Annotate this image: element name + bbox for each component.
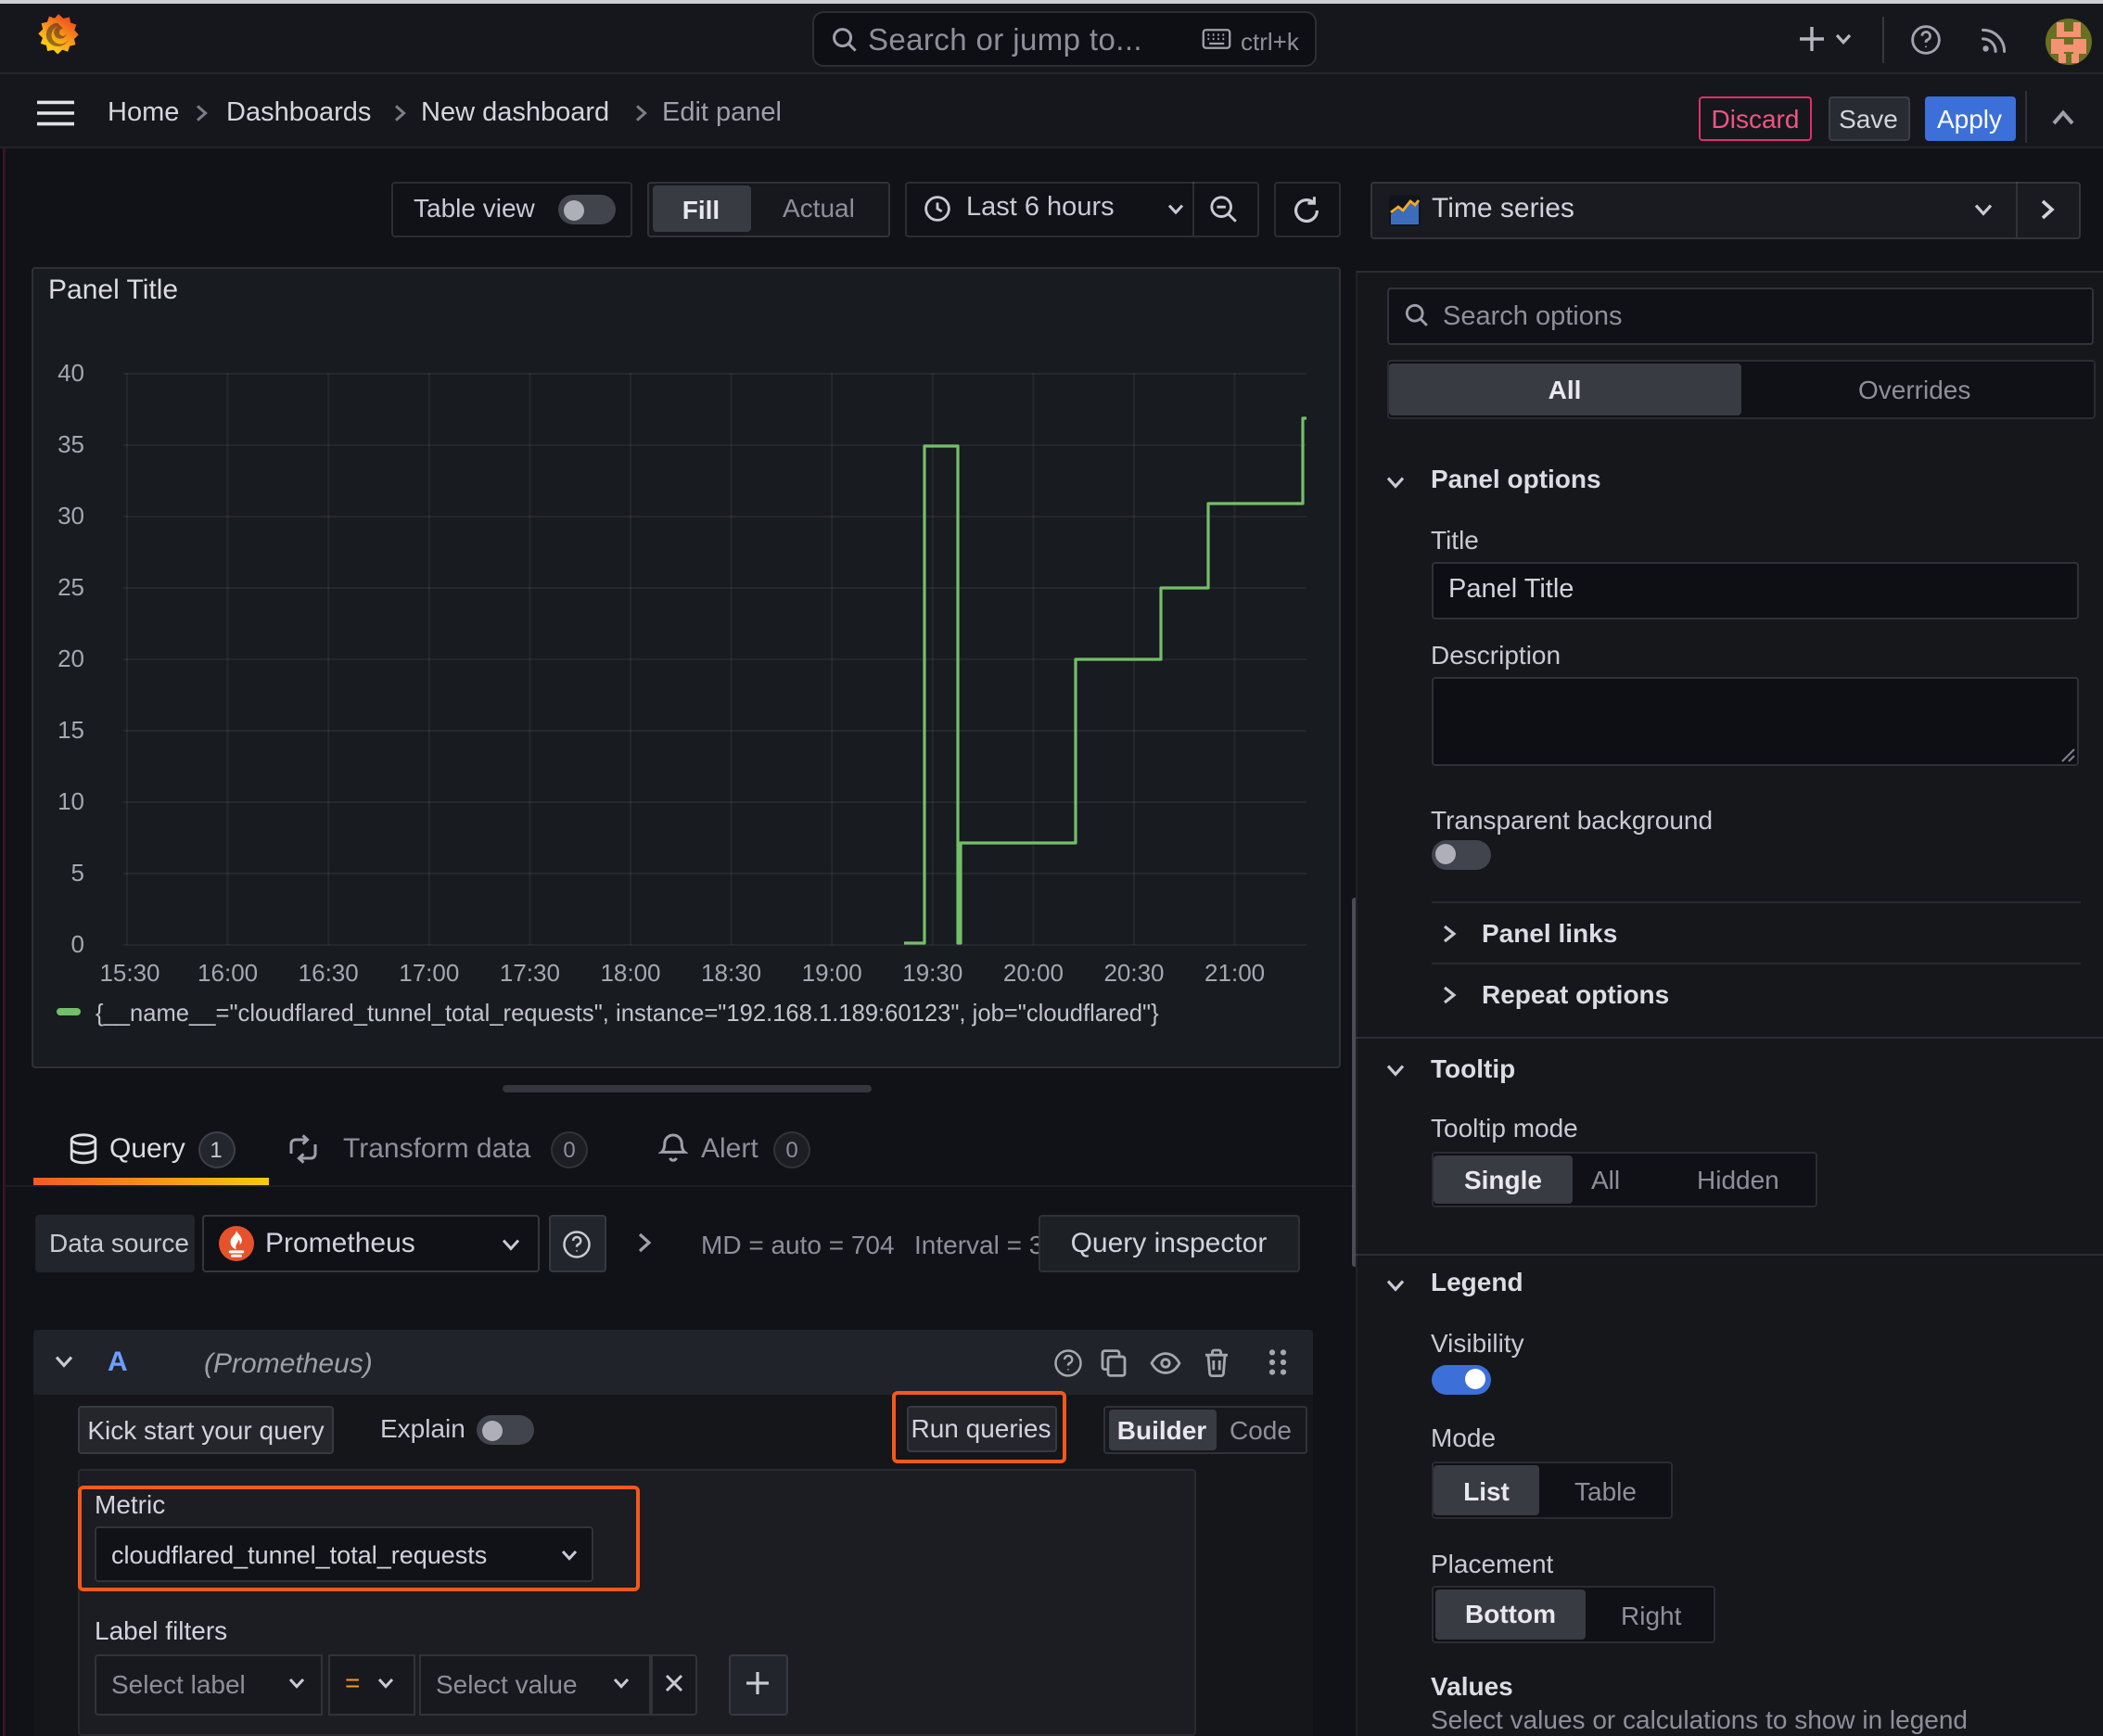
svg-text:5: 5 — [71, 858, 84, 886]
svg-text:19:30: 19:30 — [902, 958, 962, 986]
svg-text:18:30: 18:30 — [701, 958, 761, 986]
svg-text:15: 15 — [57, 715, 84, 743]
svg-text:20: 20 — [57, 644, 84, 671]
svg-text:16:30: 16:30 — [299, 958, 359, 986]
svg-text:20:30: 20:30 — [1103, 958, 1164, 986]
svg-text:21:00: 21:00 — [1204, 958, 1265, 986]
svg-text:0: 0 — [71, 929, 84, 957]
svg-text:16:00: 16:00 — [198, 958, 258, 986]
svg-text:40: 40 — [57, 358, 84, 386]
svg-text:35: 35 — [57, 429, 84, 457]
svg-text:{__name__="cloudflared_tunnel_: {__name__="cloudflared_tunnel_total_requ… — [96, 1000, 1159, 1026]
svg-text:17:30: 17:30 — [500, 958, 560, 986]
svg-text:20:00: 20:00 — [1003, 958, 1064, 986]
svg-text:15:30: 15:30 — [99, 958, 159, 986]
svg-text:30: 30 — [57, 501, 84, 529]
svg-text:10: 10 — [57, 786, 84, 814]
svg-text:18:00: 18:00 — [600, 958, 660, 986]
svg-text:19:00: 19:00 — [802, 958, 862, 986]
svg-text:17:00: 17:00 — [399, 958, 459, 986]
svg-text:25: 25 — [57, 572, 84, 600]
